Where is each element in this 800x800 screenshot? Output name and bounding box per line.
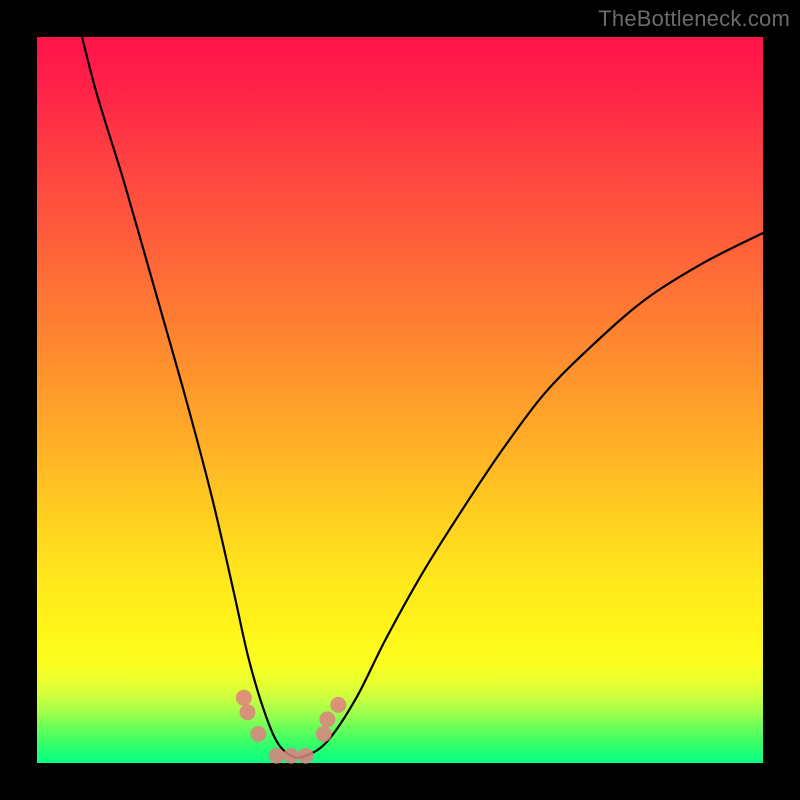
marker-point — [240, 704, 256, 720]
plot-area — [37, 37, 763, 763]
marker-point — [319, 711, 335, 727]
series-curve — [73, 1, 763, 758]
chart-svg — [37, 37, 763, 763]
chart-frame: TheBottleneck.com — [0, 0, 800, 800]
marker-group — [236, 690, 346, 764]
marker-point — [250, 726, 266, 742]
marker-point — [330, 697, 346, 713]
marker-point — [316, 726, 332, 742]
marker-point — [283, 748, 299, 764]
marker-point — [236, 690, 252, 706]
watermark-text: TheBottleneck.com — [598, 6, 790, 32]
marker-point — [298, 748, 314, 764]
marker-point — [269, 748, 285, 764]
